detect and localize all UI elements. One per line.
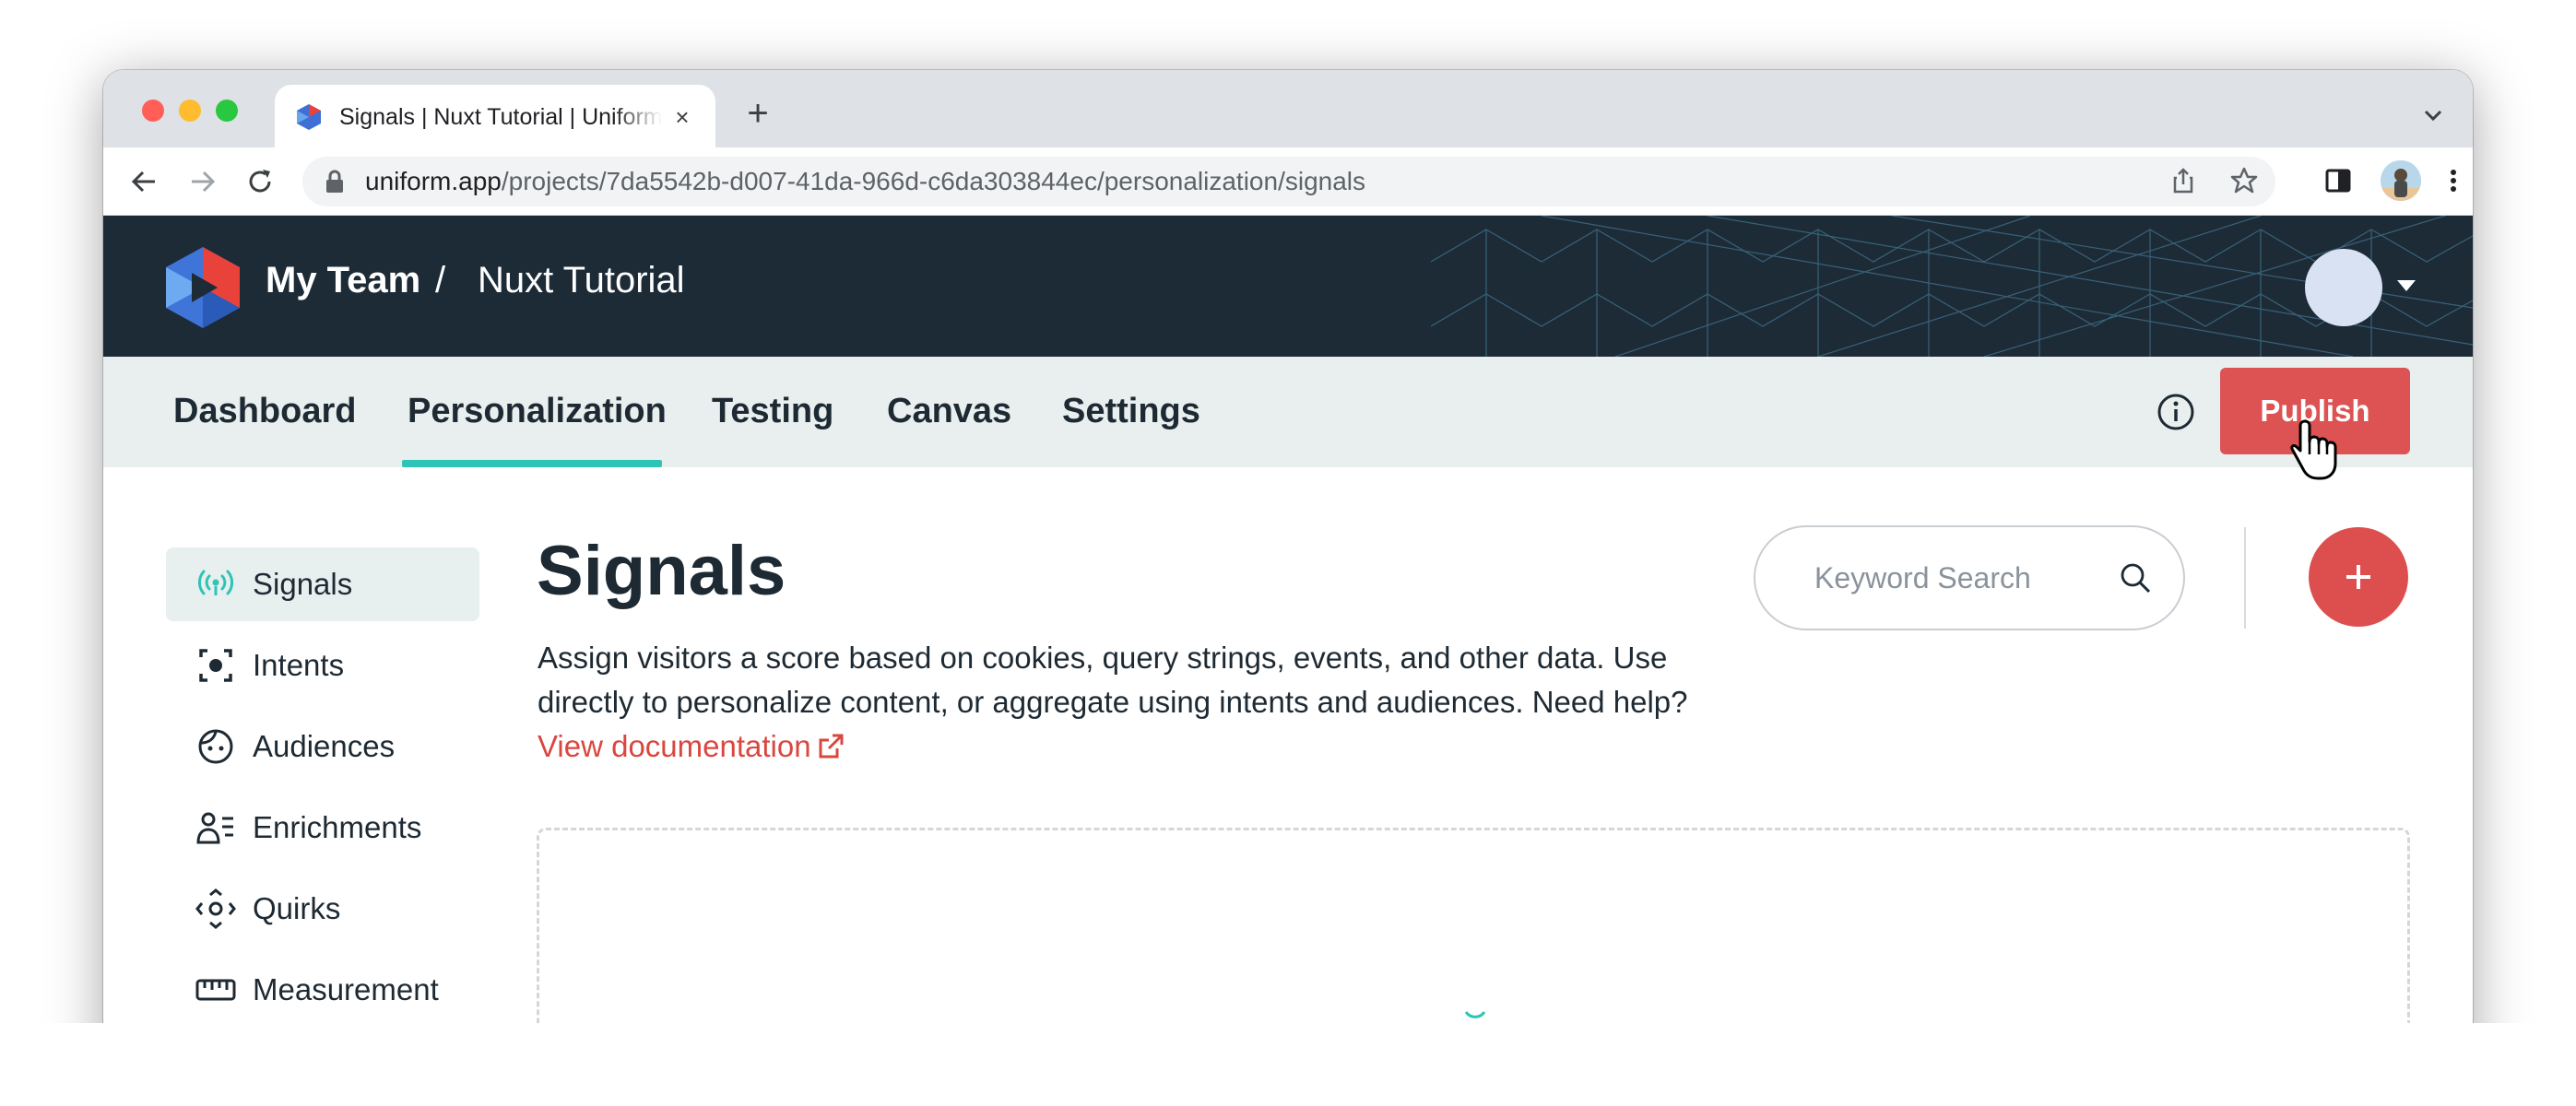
nav-testing[interactable]: Testing — [712, 392, 833, 431]
browser-tab-active[interactable]: Signals | Nuxt Tutorial | Uniform × — [275, 85, 715, 149]
url-host: uniform.app — [365, 167, 502, 195]
search-input[interactable] — [1814, 560, 2119, 595]
browser-profile-avatar[interactable] — [2381, 160, 2421, 201]
url-path: /projects/7da5542b-d007-41da-966d-c6da30… — [501, 167, 1365, 195]
page-description: Assign visitors a score based on cookies… — [538, 636, 1699, 769]
breadcrumb-separator: / — [435, 260, 446, 300]
doc-link-label: View documentation — [538, 729, 811, 763]
tab-search-chevron-icon[interactable] — [2419, 101, 2447, 129]
breadcrumb-team[interactable]: My Team — [266, 260, 420, 301]
profile-avatar-icon — [2381, 160, 2421, 201]
sidebar-item-label: Enrichments — [253, 810, 422, 844]
breadcrumb-project[interactable]: Nuxt Tutorial — [478, 260, 685, 301]
minimize-window-button[interactable] — [179, 100, 201, 122]
back-arrow-icon[interactable] — [127, 165, 160, 198]
user-menu-caret-icon[interactable] — [2397, 280, 2416, 291]
app-header: My Team / Nuxt Tutorial — [103, 216, 2473, 357]
sidebar-item-measurement[interactable]: Measurement — [166, 953, 479, 1027]
tab-title: Signals | Nuxt Tutorial | Uniform — [339, 103, 662, 130]
signal-icon — [197, 570, 234, 595]
tab-strip: Signals | Nuxt Tutorial | Uniform × + — [103, 70, 2473, 149]
user-avatar[interactable] — [2305, 249, 2382, 326]
screenshot-bottom-margin — [0, 1023, 2576, 1106]
external-link-icon — [819, 734, 844, 759]
info-icon[interactable] — [2156, 392, 2196, 432]
lock-icon — [326, 170, 343, 193]
reload-icon[interactable] — [243, 165, 277, 198]
add-signal-button[interactable] — [2309, 527, 2408, 627]
browser-window: Signals | Nuxt Tutorial | Uniform × + un… — [103, 70, 2473, 1106]
sidebar-item-label: Intents — [253, 648, 345, 682]
description-text: Assign visitors a score based on cookies… — [538, 641, 1688, 719]
side-panel-icon[interactable] — [2323, 166, 2353, 195]
main-navigation: Dashboard Personalization Testing Canvas… — [103, 357, 2473, 480]
sidebar-item-enrichments[interactable]: Enrichments — [166, 791, 479, 865]
browser-toolbar: uniform.app/projects/7da5542b-d007-41da-… — [103, 147, 2473, 216]
plus-icon — [2346, 565, 2370, 589]
view-documentation-link[interactable]: View documentation — [538, 729, 845, 763]
nav-canvas[interactable]: Canvas — [887, 392, 1011, 431]
sidebar-item-label: Quirks — [253, 891, 341, 925]
sidebar-item-label: Audiences — [253, 729, 396, 763]
omnibox-actions — [2168, 166, 2259, 195]
sidebar-item-signals[interactable]: Signals — [166, 547, 479, 621]
sidebar-item-intents[interactable]: Intents — [166, 629, 479, 702]
toolbar-extensions — [2323, 160, 2458, 201]
uniform-logo-icon — [166, 247, 240, 328]
nav-personalization[interactable]: Personalization — [408, 392, 667, 431]
sidebar-item-audiences[interactable]: Audiences — [166, 710, 479, 783]
quirk-icon — [195, 888, 236, 929]
nav-settings[interactable]: Settings — [1062, 392, 1200, 431]
page-title: Signals — [537, 532, 786, 610]
forward-arrow-icon[interactable] — [186, 165, 219, 198]
intent-icon — [199, 649, 232, 682]
sidebar-item-quirks[interactable]: Quirks — [166, 872, 479, 946]
close-window-button[interactable] — [142, 100, 164, 122]
nav-dashboard[interactable]: Dashboard — [173, 392, 356, 431]
share-icon[interactable] — [2168, 166, 2198, 195]
tab-close-icon[interactable]: × — [669, 103, 695, 131]
measurement-icon — [195, 979, 236, 1001]
search-icon[interactable] — [2119, 561, 2152, 594]
sidebar-item-label: Measurement — [253, 972, 439, 1006]
sidebar-item-label: Signals — [253, 567, 353, 601]
active-nav-underline — [402, 460, 662, 467]
audience-icon — [198, 729, 233, 764]
new-tab-button[interactable]: + — [739, 95, 776, 133]
maximize-window-button[interactable] — [216, 100, 238, 122]
hand-pointer-cursor-icon — [2290, 419, 2337, 480]
enrichment-icon — [196, 812, 233, 844]
keyword-search[interactable] — [1754, 525, 2185, 630]
url-text: uniform.app/projects/7da5542b-d007-41da-… — [365, 167, 1365, 196]
browser-menu-icon[interactable] — [2449, 166, 2458, 195]
header-divider — [2244, 527, 2246, 629]
address-bar[interactable]: uniform.app/projects/7da5542b-d007-41da-… — [302, 157, 2275, 206]
bookmark-star-icon[interactable] — [2229, 166, 2259, 195]
uniform-favicon-icon — [297, 104, 321, 130]
